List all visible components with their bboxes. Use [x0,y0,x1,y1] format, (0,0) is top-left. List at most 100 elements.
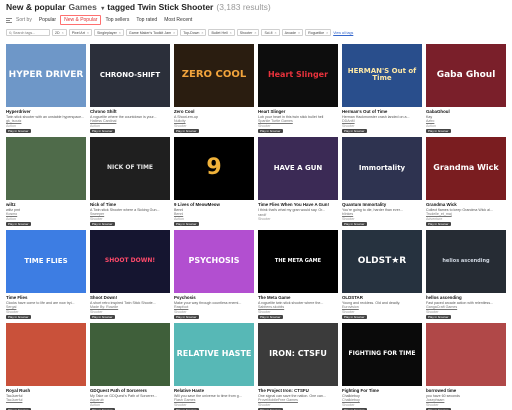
thumbnail-text: HERMAN'S Out of Time [347,67,417,83]
thumbnail-text: RELATIVE HASTE [176,349,252,359]
tab-new-and-popular[interactable]: New & Popular [60,15,102,25]
thumbnail-text: Grandma Wick [433,163,499,173]
game-thumbnail[interactable] [90,323,170,386]
tag-chip-label: Top-Down [183,30,200,35]
tag-chip-arcade[interactable]: Arcade × [281,29,304,36]
game-genre: Adventure [426,216,443,221]
game-genre: Shooter [90,216,103,221]
game-cell: GDQuest Path of Sorcerers My Take on GDQu… [90,323,170,410]
game-genre: Shooter [342,402,355,407]
game-thumbnail[interactable]: HERMAN'S Out of Time [342,44,422,107]
tag-chip-singleplayer[interactable]: Singleplayer × [94,29,124,36]
tab-top-sellers[interactable]: Top sellers [102,16,132,24]
game-cell: 99 Lives of MeowMeow Bennl Bennl Action Play… [174,137,254,226]
close-icon[interactable]: × [173,31,175,35]
close-icon[interactable]: × [298,31,300,35]
game-thumbnail[interactable]: 9 [174,137,254,200]
play-in-browser-badge: Play in browser [342,129,367,133]
tag-chip-2d[interactable]: 2D × [52,29,67,36]
play-in-browser-badge: Play in browser [342,222,367,226]
game-thumbnail[interactable]: Gaba Ghoul [426,44,506,107]
game-cell: SHOOT DOWN! Shoot Down! A short retro insp… [90,230,170,319]
tag-chip-label: Roguelike [308,30,325,35]
game-genre: Shooter [258,217,271,221]
thumbnail-text: NICK OF TIME [106,164,154,172]
game-cell: TIME FLIES Time Flies Clocks have come to … [6,230,86,319]
close-icon[interactable]: × [87,31,89,35]
tag-chip-bullet-hell[interactable]: Bullet Hell × [208,29,235,36]
play-in-browser-badge: Play in browser [174,129,199,133]
game-thumbnail[interactable]: SHOOT DOWN! [90,230,170,293]
tag-chip-pixel-art[interactable]: Pixel Art × [68,29,93,36]
close-icon[interactable]: × [326,31,328,35]
play-in-browser-badge: Play in browser [6,222,31,226]
thumbnail-text: 9 [206,155,222,181]
close-icon[interactable]: × [254,31,256,35]
tag-chip-roguelike[interactable]: Roguelike × [305,29,332,36]
game-thumbnail[interactable] [6,323,86,386]
tag-chip-game-maker-s-toolkit-jam[interactable]: Game Maker's Toolkit Jam × [125,29,179,36]
close-icon[interactable]: × [274,31,276,35]
game-thumbnail[interactable]: HYPER DRIVER [6,44,86,107]
game-thumbnail[interactable]: PSYCHOSIS [174,230,254,293]
close-icon[interactable]: × [62,31,64,35]
tag-chip-shooter[interactable]: Shooter × [236,29,260,36]
thumbnail-text: OLDST★R [357,255,407,266]
tab-popular[interactable]: Popular [36,16,59,24]
game-thumbnail[interactable] [6,137,86,200]
category-dropdown[interactable]: Games ▾ [69,2,105,12]
tag-chip-top-down[interactable]: Top-Down × [180,29,207,36]
thumbnail-text: Immortality [358,163,406,172]
game-thumbnail[interactable] [426,323,506,386]
play-in-browser-badge: Play in browser [90,222,115,226]
game-genre: Shooter [258,123,271,128]
game-cell: NICK OF TIME Nick of Time A Twin stick Sho… [90,137,170,226]
game-cell: helios ascending hellos ascending Fast pac… [426,230,506,319]
game-genre: Action [426,123,436,128]
game-thumbnail[interactable]: RELATIVE HASTE [174,323,254,386]
play-in-browser-badge: Play in browser [6,315,31,319]
game-cell: THE META GAME The Meta Game A roguelite tw… [258,230,338,319]
game-cell: HAVE A GUN Time Flies When You Have A Gun… [258,137,338,226]
play-in-browser-badge: Play in browser [258,315,283,319]
close-icon[interactable]: × [201,31,203,35]
sort-icon [6,17,12,23]
thumbnail-text: ZERO COOL [181,69,247,81]
tag-search-input[interactable] [13,30,47,35]
game-thumbnail[interactable]: Immortality [342,137,422,200]
game-thumbnail[interactable]: helios ascending [426,230,506,293]
game-thumbnail[interactable]: FIGHTING FOR TIME [342,323,422,386]
game-thumbnail[interactable]: THE META GAME [258,230,338,293]
game-thumbnail[interactable]: NICK OF TIME [90,137,170,200]
tag-filter-bar: 2D×Pixel Art×Singleplayer×Game Maker's T… [6,28,353,37]
tag-search-box[interactable] [6,29,50,36]
game-thumbnail[interactable]: ZERO COOL [174,44,254,107]
sort-label: Sort by [6,17,32,23]
game-genre: Shooter [6,309,19,314]
tab-most-recent[interactable]: Most Recent [161,16,195,24]
thumbnail-text: FIGHTING FOR TIME [348,350,416,358]
game-thumbnail[interactable]: IRON: CTSFU [258,323,338,386]
game-genre: Action [6,216,16,221]
game-thumbnail[interactable]: OLDST★R [342,230,422,293]
header-title: New & popular [6,2,66,12]
game-genre: Shooter [258,309,271,314]
close-icon[interactable]: × [230,31,232,35]
game-thumbnail[interactable]: HAVE A GUN [258,137,338,200]
game-genre: Shooter [426,402,439,407]
game-thumbnail[interactable]: Grandma Wick [426,137,506,200]
game-cell: Heart Slinger Heart Slinger Lob your heart… [258,44,338,133]
game-thumbnail[interactable]: TIME FLIES [6,230,86,293]
tab-top-rated[interactable]: Top rated [133,16,160,24]
play-in-browser-badge: Play in browser [90,315,115,319]
page-header: New & popular Games ▾ tagged Twin Stick … [6,1,271,13]
game-thumbnail[interactable]: CHRONO-SHIFT [90,44,170,107]
game-thumbnail[interactable]: Heart Slinger [258,44,338,107]
close-icon[interactable]: × [119,31,121,35]
game-cell: Gaba Ghoul GabaGhoul Kay Aztro Action Play in… [426,44,506,133]
game-cell: PSYCHOSIS Psychosis Make your way through … [174,230,254,319]
game-genre [6,403,86,407]
game-genre: Shooter [342,309,355,314]
tag-chip-sci-fi[interactable]: Sci-fi × [261,29,280,36]
view-all-tags-link[interactable]: View all tags [333,31,353,35]
